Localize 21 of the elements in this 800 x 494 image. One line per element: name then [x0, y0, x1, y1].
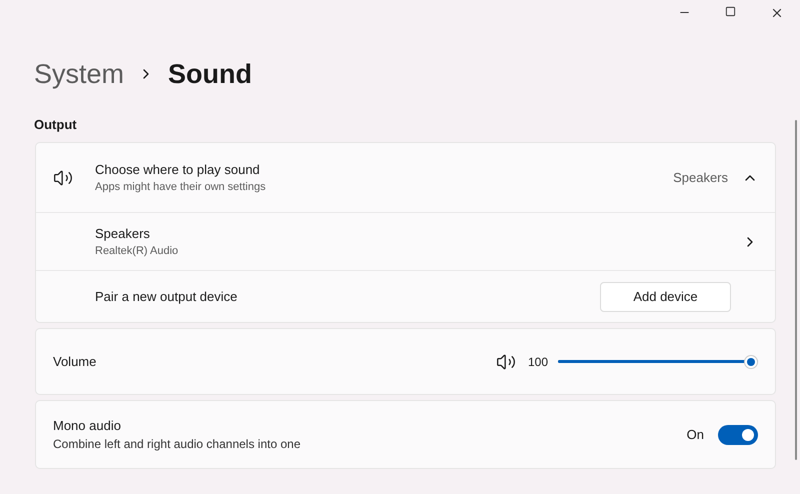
setting-title: Mono audio — [53, 416, 122, 435]
setting-title: Choose where to play sound — [95, 160, 261, 179]
device-name[interactable]: Speakers — [95, 224, 178, 243]
add-device-button[interactable]: Add device — [600, 282, 731, 312]
speaker-icon[interactable] — [496, 352, 516, 372]
volume-reading: 100 — [528, 354, 550, 370]
device-subtitle: Realtek(R) Audio — [95, 244, 178, 259]
close-icon[interactable] — [770, 6, 784, 20]
setting-title: Volume — [53, 352, 96, 371]
breadcrumb-link[interactable]: System — [34, 54, 124, 94]
page-title: Sound — [168, 58, 252, 91]
setting-subtitle: Apps might have their own settings — [95, 180, 266, 195]
selected-device: Speakers — [673, 168, 728, 187]
volume-slider[interactable] — [558, 354, 758, 368]
speaker-icon — [53, 168, 73, 188]
setting-subtitle: Combine left and right audio channels into one — [53, 436, 300, 454]
toggle-state: On — [686, 426, 704, 444]
section-title: Output — [34, 116, 77, 134]
toggle-switch[interactable] — [718, 424, 758, 444]
maximize-icon[interactable] — [725, 6, 736, 17]
setting-title: Pair a new output device — [95, 288, 238, 306]
